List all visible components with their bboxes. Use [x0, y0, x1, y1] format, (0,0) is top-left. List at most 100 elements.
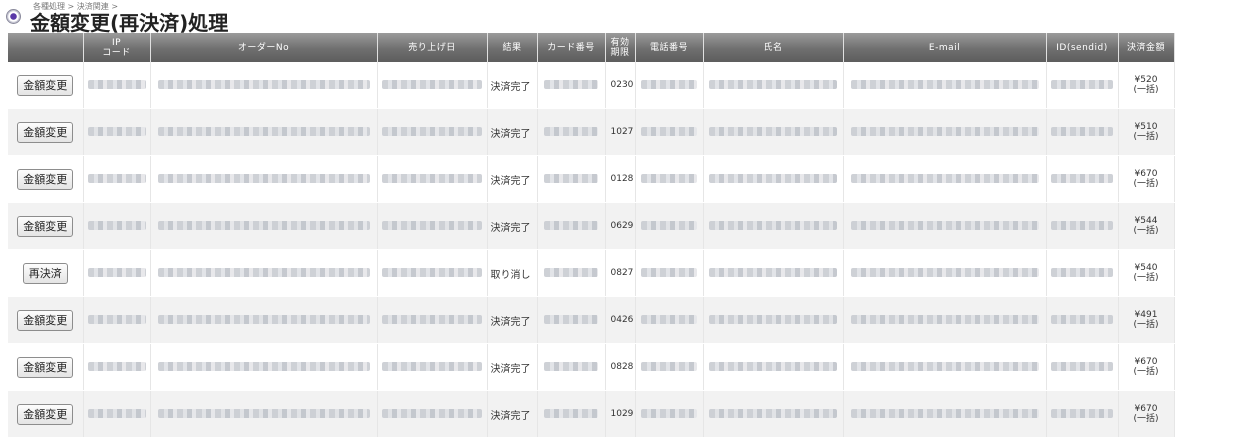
- email-cell: [843, 343, 1047, 391]
- redacted-value: [382, 221, 482, 230]
- order-no-cell: [150, 202, 378, 250]
- phone-cell: [635, 296, 704, 344]
- redacted-value: [87, 80, 146, 89]
- change-amount-button[interactable]: 金額変更: [17, 74, 74, 96]
- name-cell: [703, 249, 844, 297]
- result-cell: 決済完了: [487, 343, 538, 391]
- action-cell: 金額変更: [8, 202, 84, 250]
- table-row: 金額変更 決済完了 0426 ¥491 (一括): [8, 296, 1175, 344]
- redacted-value: [850, 268, 1039, 277]
- sale-date-cell: [377, 343, 488, 391]
- redacted-value: [1051, 409, 1113, 418]
- redacted-value: [544, 315, 598, 324]
- name-cell: [703, 202, 844, 250]
- table-header-row: IP コード オーダーNo 売り上げ日 結果 カード番号 有効 期限 電話番号 …: [8, 33, 1175, 62]
- redacted-value: [1051, 268, 1113, 277]
- phone-cell: [635, 155, 704, 203]
- ip-code-cell: [83, 202, 151, 250]
- payment-method: (一括): [1133, 367, 1159, 377]
- table-row: 金額変更 決済完了 0128 ¥670 (一括): [8, 155, 1175, 203]
- change-amount-button[interactable]: 金額変更: [17, 403, 74, 425]
- amount-value: ¥670: [1134, 357, 1158, 367]
- order-no-cell: [150, 108, 378, 156]
- col-email: E-mail: [843, 33, 1047, 62]
- redacted-value: [709, 362, 837, 371]
- redacted-value: [87, 174, 146, 183]
- order-no-cell: [150, 296, 378, 344]
- redacted-value: [850, 362, 1039, 371]
- change-amount-button[interactable]: 金額変更: [17, 356, 74, 378]
- redacted-value: [1051, 221, 1113, 230]
- phone-cell: [635, 202, 704, 250]
- table-row: 金額変更 決済完了 0828 ¥670 (一括): [8, 343, 1175, 391]
- name-cell: [703, 343, 844, 391]
- sale-date-cell: [377, 202, 488, 250]
- table-row: 金額変更 決済完了 0629 ¥544 (一括): [8, 202, 1175, 250]
- payment-method: (一括): [1133, 85, 1159, 95]
- result-cell: 決済完了: [487, 390, 538, 438]
- col-phone: 電話番号: [635, 33, 704, 62]
- redacted-value: [709, 409, 837, 418]
- phone-cell: [635, 108, 704, 156]
- amount-value: ¥510: [1134, 122, 1158, 132]
- name-cell: [703, 155, 844, 203]
- email-cell: [843, 155, 1047, 203]
- redacted-value: [157, 221, 370, 230]
- page-title: 金額変更(再決済)処理: [30, 11, 229, 35]
- table-row: 再決済 取り消し 0827 ¥540 (一括): [8, 249, 1175, 297]
- sendid-cell: [1046, 62, 1119, 109]
- redacted-value: [850, 409, 1039, 418]
- redacted-value: [157, 127, 370, 136]
- redacted-value: [544, 221, 598, 230]
- redacted-value: [641, 80, 697, 89]
- redacted-value: [709, 268, 837, 277]
- card-no-cell: [537, 249, 606, 297]
- redacted-value: [641, 127, 697, 136]
- card-no-cell: [537, 62, 606, 109]
- sendid-cell: [1046, 296, 1119, 344]
- redacted-value: [382, 127, 482, 136]
- payment-method: (一括): [1133, 320, 1159, 330]
- redacted-value: [157, 315, 370, 324]
- col-card-no: カード番号: [537, 33, 606, 62]
- card-no-cell: [537, 390, 606, 438]
- redacted-value: [382, 362, 482, 371]
- redacted-value: [709, 80, 837, 89]
- payment-method: (一括): [1133, 414, 1159, 424]
- redacted-value: [850, 174, 1039, 183]
- redacted-value: [382, 409, 482, 418]
- change-amount-button[interactable]: 金額変更: [17, 168, 74, 190]
- ip-code-cell: [83, 390, 151, 438]
- sendid-cell: [1046, 343, 1119, 391]
- expiry-cell: 1027: [605, 108, 636, 156]
- email-cell: [843, 390, 1047, 438]
- col-ip-code: IP コード: [83, 33, 151, 62]
- change-amount-button[interactable]: 金額変更: [17, 215, 74, 237]
- repay-button[interactable]: 再決済: [22, 262, 68, 284]
- amount-cell: ¥670 (一括): [1118, 390, 1175, 438]
- sendid-cell: [1046, 155, 1119, 203]
- redacted-value: [544, 80, 598, 89]
- redacted-value: [641, 268, 697, 277]
- expiry-cell: 0128: [605, 155, 636, 203]
- redacted-value: [641, 362, 697, 371]
- redacted-value: [87, 221, 146, 230]
- sendid-cell: [1046, 202, 1119, 250]
- change-amount-button[interactable]: 金額変更: [17, 121, 74, 143]
- redacted-value: [157, 80, 370, 89]
- card-no-cell: [537, 155, 606, 203]
- redacted-value: [87, 315, 146, 324]
- change-amount-button[interactable]: 金額変更: [17, 309, 74, 331]
- expiry-cell: 0426: [605, 296, 636, 344]
- order-no-cell: [150, 343, 378, 391]
- table-body: 金額変更 決済完了 0230 ¥520 (一括) 金額変更 決済完了 1027 ¥510 (一括)…: [8, 62, 1175, 438]
- amount-cell: ¥670 (一括): [1118, 155, 1175, 203]
- email-cell: [843, 202, 1047, 250]
- name-cell: [703, 296, 844, 344]
- amount-cell: ¥544 (一括): [1118, 202, 1175, 250]
- redacted-value: [544, 127, 598, 136]
- action-cell: 金額変更: [8, 62, 84, 109]
- redacted-value: [382, 315, 482, 324]
- redacted-value: [157, 174, 370, 183]
- redacted-value: [382, 174, 482, 183]
